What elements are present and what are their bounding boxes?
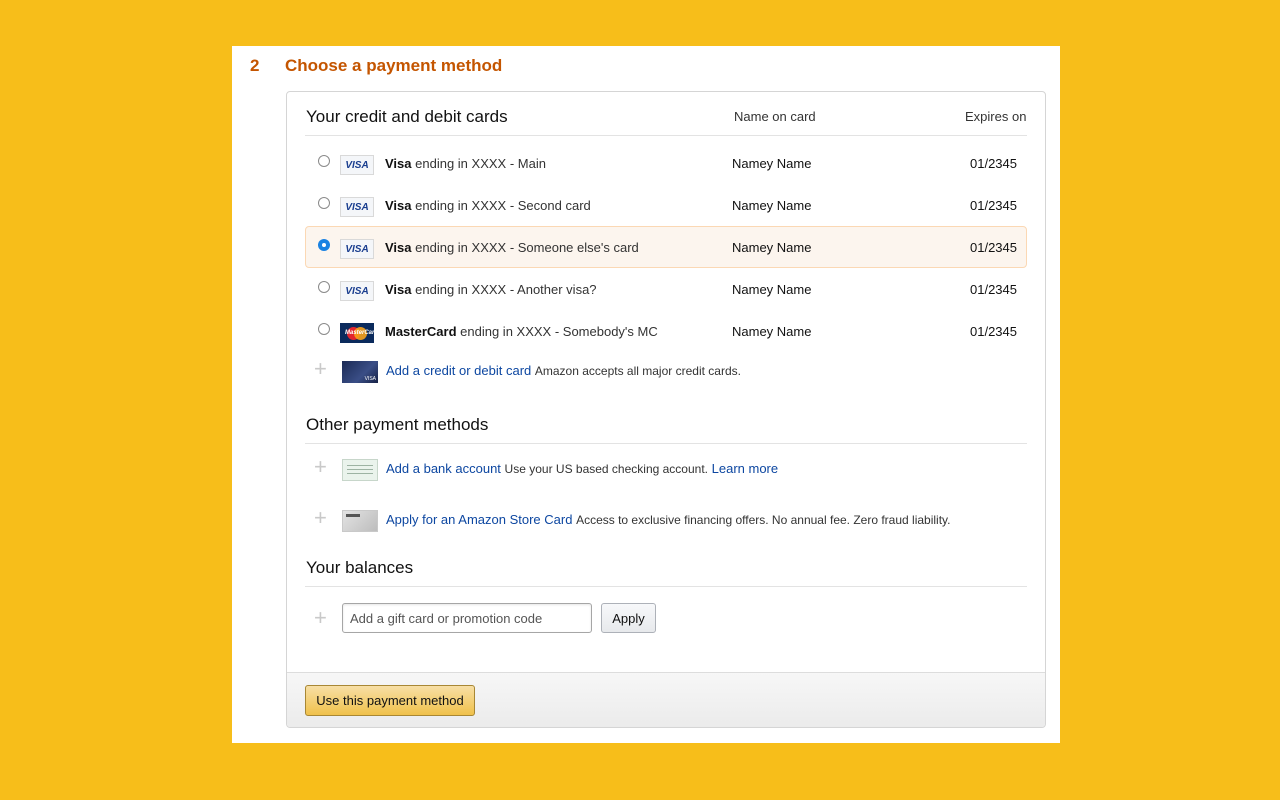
card-expiry: 01/2345 [970,282,1017,297]
balances-section-title: Your balances [306,558,414,577]
other-divider [305,443,1027,444]
balances-divider [305,586,1027,587]
radio-icon[interactable] [318,323,330,335]
card-ending: ending in XXXX - Another visa? [415,282,597,297]
apply-button[interactable]: Apply [601,603,656,633]
card-expiry: 01/2345 [970,240,1017,255]
radio-icon[interactable] [318,281,330,293]
plus-icon[interactable]: + [314,507,327,529]
card-brand: Visa [385,198,412,213]
gift-code-input[interactable] [342,603,592,633]
card-holder-name: Namey Name [732,156,812,171]
add-card-line: Add a credit or debit card Amazon accept… [386,363,741,378]
card-brand: Visa [385,156,412,171]
visa-logo-icon: VISA [340,281,374,301]
card-expiry: 01/2345 [970,324,1017,339]
use-payment-method-button[interactable]: Use this payment method [305,685,475,716]
payment-panel: 2 Choose a payment method Your credit an… [232,46,1060,743]
card-ending: ending in XXXX - Second card [415,198,591,213]
card-ending: ending in XXXX - Main [415,156,546,171]
card-row-main[interactable]: VISA Visa ending in XXXX - Main Namey Na… [305,142,1027,184]
card-row-second[interactable]: VISA Visa ending in XXXX - Second card N… [305,184,1027,226]
card-ending: ending in XXXX - Somebody's MC [460,324,658,339]
card-holder-name: Namey Name [732,240,812,255]
card-holder-name: Namey Name [732,198,812,213]
visa-logo-icon: VISA [340,239,374,259]
card-description: Visa ending in XXXX - Someone else's car… [385,240,639,255]
store-card-link[interactable]: Apply for an Amazon Store Card [386,512,572,527]
mastercard-logo-icon: MasterCard [340,323,378,343]
card-expiry: 01/2345 [970,156,1017,171]
card-description: MasterCard ending in XXXX - Somebody's M… [385,324,658,339]
card-row-selected[interactable]: VISA Visa ending in XXXX - Someone else'… [305,226,1027,268]
mastercard-logo-text: MasterCard [345,330,379,336]
bank-note: Use your US based checking account. [504,462,708,476]
plus-icon[interactable]: + [314,358,327,380]
card-brand: MasterCard [385,324,457,339]
credit-card-thumb-icon [342,361,378,383]
plus-icon[interactable]: + [314,456,327,478]
bank-check-thumb-icon [342,459,378,481]
card-ending: ending in XXXX - Someone else's card [415,240,639,255]
radio-icon[interactable] [318,155,330,167]
card-row-another-visa[interactable]: VISA Visa ending in XXXX - Another visa?… [305,268,1027,310]
other-section-title: Other payment methods [306,415,489,434]
card-expiry: 01/2345 [970,198,1017,213]
card-brand: Visa [385,282,412,297]
card-brand: Visa [385,240,412,255]
cards-section-title: Your credit and debit cards [306,107,508,126]
plus-icon: + [314,605,327,630]
card-description: Visa ending in XXXX - Another visa? [385,282,597,297]
card-holder-name: Namey Name [732,282,812,297]
step-title: Choose a payment method [285,56,503,75]
radio-icon[interactable] [318,197,330,209]
card-description: Visa ending in XXXX - Second card [385,198,591,213]
visa-logo-icon: VISA [340,197,374,217]
card-description: Visa ending in XXXX - Main [385,156,546,171]
store-card-thumb-icon [342,510,378,532]
payment-footer: Use this payment method [287,672,1045,727]
card-row-mastercard[interactable]: MasterCard MasterCard ending in XXXX - S… [305,310,1027,352]
column-header-expires: Expires on [965,109,1027,124]
card-holder-name: Namey Name [732,324,812,339]
learn-more-link[interactable]: Learn more [712,461,778,476]
bank-line: Add a bank account Use your US based che… [386,461,778,476]
store-card-line: Apply for an Amazon Store Card Access to… [386,512,950,527]
store-card-note: Access to exclusive financing offers. No… [576,513,951,527]
add-card-note: Amazon accepts all major credit cards. [534,364,741,378]
column-header-name: Name on card [734,109,816,124]
payment-box: Your credit and debit cards Name on card… [286,91,1046,728]
add-bank-link[interactable]: Add a bank account [386,461,501,476]
cards-divider [305,135,1027,136]
step-number: 2 [250,56,260,75]
radio-checked-icon[interactable] [318,239,330,251]
visa-logo-icon: VISA [340,155,374,175]
add-card-link[interactable]: Add a credit or debit card [386,363,531,378]
